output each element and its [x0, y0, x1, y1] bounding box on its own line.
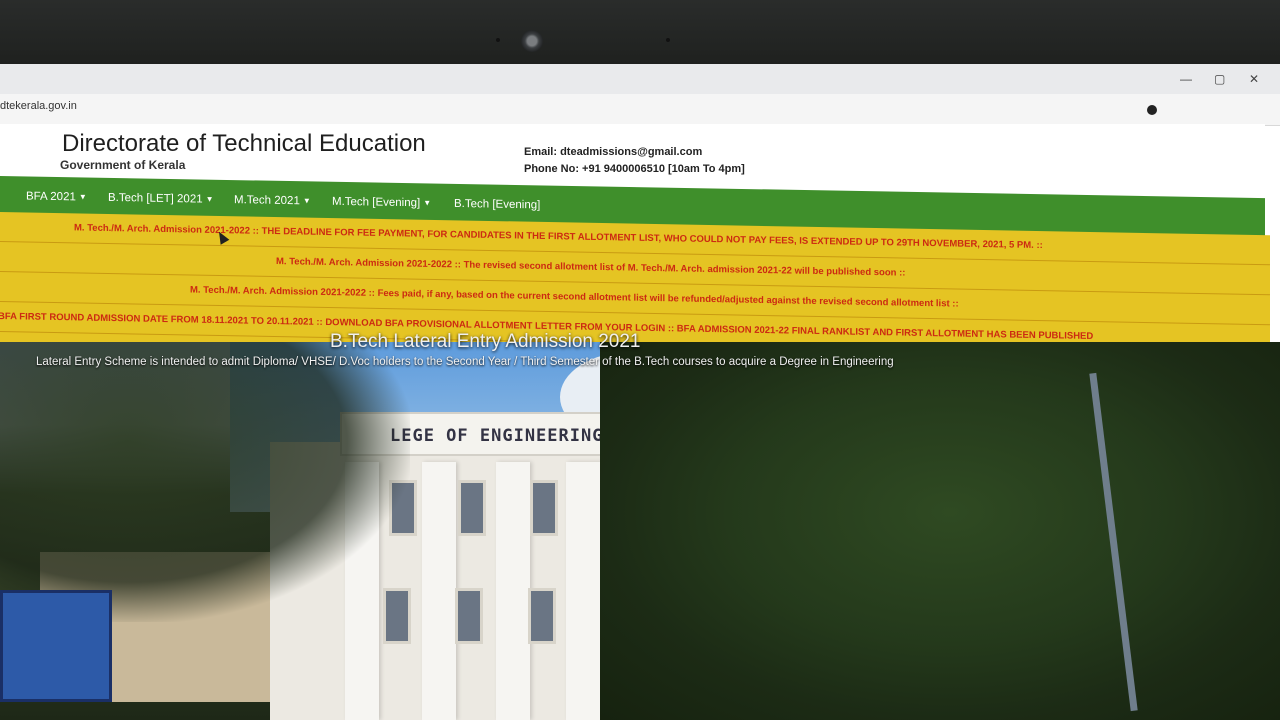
caret-down-icon: ▼: [205, 195, 214, 205]
building-pillar: [566, 462, 600, 720]
ticker-link[interactable]: M. Tech./M. Arch. Admission 2021-2022 ::…: [276, 256, 905, 279]
nav-item-btech-let-2021[interactable]: B.Tech [LET] 2021 ▼: [108, 192, 214, 206]
tree-foliage: [600, 342, 1280, 720]
site-header: Directorate of Technical Education Gover…: [0, 124, 1265, 182]
caret-down-icon: ▼: [423, 198, 432, 208]
nav-item-label: M.Tech 2021: [234, 194, 300, 208]
nav-item-mtech-evening[interactable]: M.Tech [Evening] ▼: [332, 196, 431, 210]
caret-down-icon: ▼: [78, 192, 87, 202]
nav-item-bfa-2021[interactable]: BFA 2021 ▼: [26, 190, 87, 203]
record-indicator-icon: [1147, 105, 1157, 115]
contact-email: Email: dteadmissions@gmail.com: [524, 146, 703, 158]
nav-item-label: B.Tech [Evening]: [454, 197, 541, 212]
nav-item-label: BFA 2021: [26, 190, 76, 204]
hero-title: B.Tech Lateral Entry Admission 2021: [330, 331, 641, 352]
hero-banner: LEGE OF ENGINEERING: [0, 342, 1280, 720]
ticker-link[interactable]: M. Tech./M. Arch. Admission 2021-2022 ::…: [190, 284, 959, 309]
indicator-led-icon: [666, 38, 670, 42]
webcam-icon: [521, 30, 543, 52]
building-window: [530, 480, 558, 536]
site-subtitle: Government of Kerala: [60, 158, 186, 172]
hero-description: Lateral Entry Scheme is intended to admi…: [36, 356, 894, 368]
minimize-icon[interactable]: —: [1180, 72, 1192, 86]
url-text[interactable]: dtekerala.gov.in: [0, 100, 77, 112]
contact-info: Email: dteadmissions@gmail.com Phone No:…: [524, 144, 745, 178]
nav-item-label: M.Tech [Evening]: [332, 195, 421, 210]
browser-tab-bar: — ▢ ✕: [0, 64, 1280, 94]
building-window: [458, 480, 486, 536]
caret-down-icon: ▼: [302, 196, 311, 206]
building-window: [455, 588, 483, 644]
address-bar[interactable]: dtekerala.gov.in: [0, 94, 1280, 126]
indicator-led-icon: [496, 38, 500, 42]
notice-board-image: [0, 590, 112, 702]
site-title[interactable]: Directorate of Technical Education: [62, 130, 426, 158]
close-icon[interactable]: ✕: [1249, 72, 1259, 86]
building-pillar: [422, 462, 456, 720]
contact-phone: Phone No: +91 9400006510 [10am To 4pm]: [524, 163, 745, 175]
college-sign-text: LEGE OF ENGINEERING: [390, 426, 604, 446]
tree-foliage: [0, 342, 410, 622]
building-pillar: [496, 462, 530, 720]
nav-item-mtech-2021[interactable]: M.Tech 2021 ▼: [234, 194, 311, 207]
nav-item-btech-evening[interactable]: B.Tech [Evening]: [454, 198, 540, 212]
maximize-icon[interactable]: ▢: [1214, 72, 1225, 86]
nav-item-label: B.Tech [LET] 2021: [108, 191, 203, 206]
laptop-bezel: [0, 0, 1280, 64]
building-window: [528, 588, 556, 644]
